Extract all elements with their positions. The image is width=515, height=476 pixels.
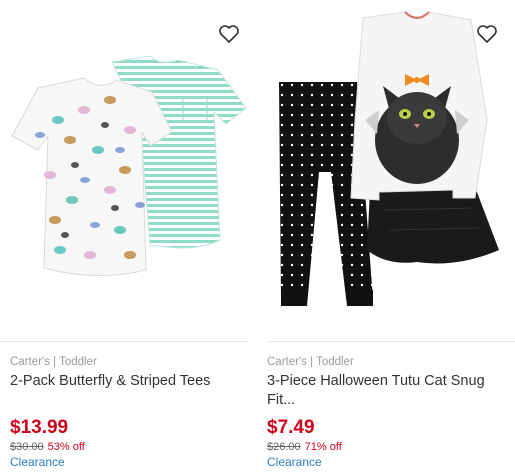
product-card[interactable]: Carter's | Toddler 2-Pack Butterfly & St… [0, 0, 248, 476]
product-title[interactable]: 3-Piece Halloween Tutu Cat Snug Fit... [267, 372, 507, 410]
card-divider [267, 341, 515, 342]
product-grid: Carter's | Toddler 2-Pack Butterfly & St… [0, 0, 515, 476]
price-comparison: $26.00 71% off [267, 441, 342, 453]
clearance-link[interactable]: Clearance [10, 455, 65, 469]
favorite-heart-icon[interactable] [217, 22, 241, 46]
product-title[interactable]: 2-Pack Butterfly & Striped Tees [10, 372, 242, 391]
sale-price: $13.99 [10, 417, 69, 438]
product-image-butterfly-tees[interactable] [0, 0, 248, 322]
original-price: $26.00 [267, 441, 301, 453]
price-comparison: $30.00 53% off [10, 441, 85, 453]
product-image-halloween-cat-set[interactable] [267, 0, 515, 322]
favorite-heart-icon[interactable] [475, 22, 499, 46]
product-brand: Carter's | Toddler [267, 356, 354, 368]
discount-percent: 53% off [47, 441, 85, 453]
product-card[interactable]: Carter's | Toddler 3-Piece Halloween Tut… [267, 0, 515, 476]
discount-percent: 71% off [304, 441, 342, 453]
sale-price: $7.49 [267, 417, 315, 438]
product-brand: Carter's | Toddler [10, 356, 97, 368]
card-divider [0, 341, 248, 342]
original-price: $30.00 [10, 441, 44, 453]
clearance-link[interactable]: Clearance [267, 455, 322, 469]
